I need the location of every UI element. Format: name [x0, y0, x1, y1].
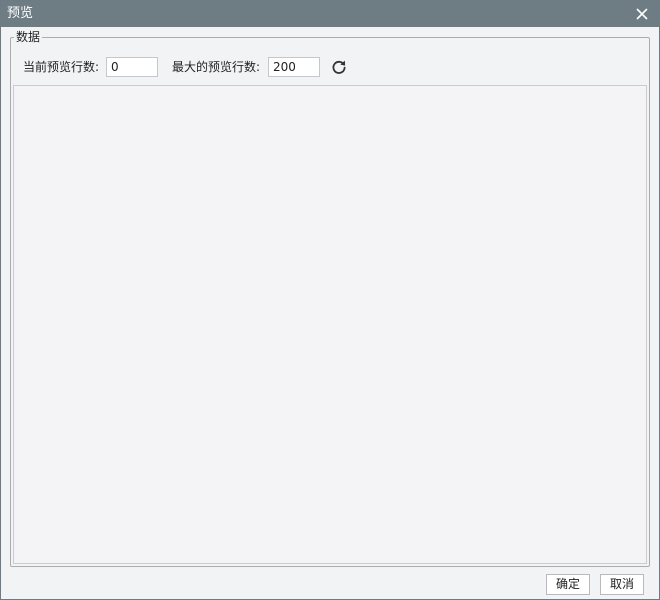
cancel-button[interactable]: 取消 — [600, 574, 644, 595]
data-group: 数据 当前预览行数: 最大的预览行数: — [10, 29, 650, 567]
max-rows-label: 最大的预览行数: — [172, 60, 261, 74]
data-group-legend: 数据 — [14, 29, 43, 45]
current-rows-label: 当前预览行数: — [23, 60, 100, 74]
close-icon[interactable] — [633, 5, 651, 23]
preview-dialog: 预览 数据 当前预览行数: 最大的预览行数: 确定 取消 — [0, 0, 660, 600]
refresh-icon[interactable] — [330, 58, 348, 76]
preview-settings-row: 当前预览行数: 最大的预览行数: — [23, 57, 643, 77]
title-bar[interactable]: 预览 — [1, 1, 659, 27]
window-title: 预览 — [7, 6, 34, 21]
current-rows-input[interactable] — [106, 57, 158, 77]
ok-button[interactable]: 确定 — [546, 574, 590, 595]
preview-data-area[interactable] — [13, 85, 647, 564]
max-rows-input[interactable] — [268, 57, 320, 77]
